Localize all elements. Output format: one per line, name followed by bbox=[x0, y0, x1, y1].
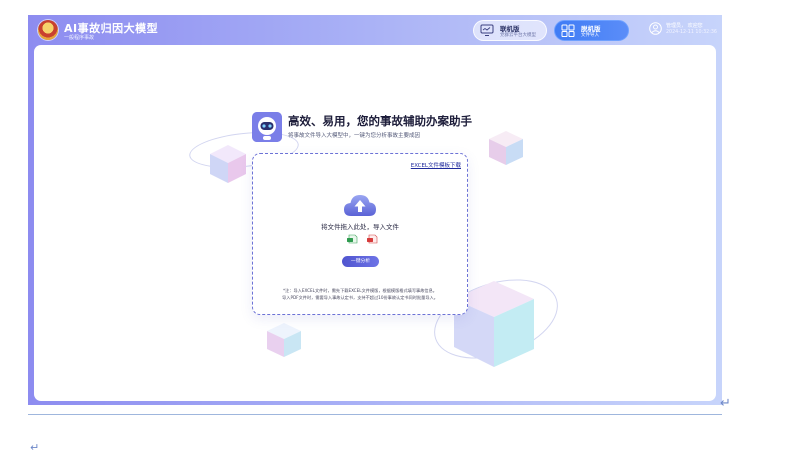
file-type-icons bbox=[347, 234, 378, 244]
cloud-upload-icon bbox=[344, 195, 376, 216]
online-mode-button[interactable]: 联机版 党群云平台大模型 bbox=[473, 20, 547, 41]
decor-cube-left bbox=[210, 145, 246, 183]
pdf-file-icon bbox=[367, 234, 378, 244]
main-panel: 高效、易用，您的事故辅助办案助手 将事故文件导入大模型中，一键为您分析事故主要成… bbox=[34, 45, 716, 401]
drop-instruction: 将文件拖入此处，导入文件 bbox=[321, 223, 399, 231]
user-greeting: 管理员， 欢迎您 bbox=[666, 23, 703, 29]
import-note-excel: *注：导入EXCEL文件时，需先下载EXCEL文件模版，根据模版格式填写事故信息… bbox=[283, 288, 437, 293]
app-header: AI事故归因大模型 一般程序事故 联机版 党群云平台大模型 脱机版 文件导入 管… bbox=[28, 15, 722, 45]
offline-mode-desc: 文件导入 bbox=[581, 33, 599, 38]
file-dropzone[interactable]: EXCEL文件模板下载 将文件拖入此处，导入文件 一键分析 *注：导入EXCEL… bbox=[252, 153, 468, 315]
monitor-icon bbox=[480, 24, 494, 36]
decor-cube-top-right bbox=[489, 131, 523, 165]
page-separator-line bbox=[28, 414, 722, 415]
grid-icon bbox=[561, 24, 575, 37]
current-datetime: 2024-12-11 10:32:36 bbox=[666, 30, 717, 35]
offline-mode-button[interactable]: 脱机版 文件导入 bbox=[554, 20, 629, 41]
robot-assistant-icon bbox=[252, 112, 282, 142]
decor-cube-bottom-left bbox=[267, 323, 301, 357]
excel-template-download-link[interactable]: EXCEL文件模板下载 bbox=[411, 161, 461, 169]
app-subtitle: 一般程序事故 bbox=[64, 35, 95, 41]
user-avatar-icon[interactable] bbox=[649, 22, 662, 35]
import-note-pdf: 导入PDF文件时，需要导入事故认定书，支持不超过10份事故认定书同时批量导入。 bbox=[282, 295, 438, 300]
paragraph-return-icon-2: ↵ bbox=[30, 441, 40, 450]
hero-title: 高效、易用，您的事故辅助办案助手 bbox=[288, 114, 472, 128]
one-click-analyze-button[interactable]: 一键分析 bbox=[342, 256, 379, 267]
app-window: AI事故归因大模型 一般程序事故 联机版 党群云平台大模型 脱机版 文件导入 管… bbox=[28, 15, 722, 405]
paragraph-return-icon: ↵ bbox=[720, 396, 731, 411]
excel-file-icon bbox=[347, 234, 358, 244]
online-mode-desc: 党群云平台大模型 bbox=[500, 33, 536, 38]
hero-subtitle: 将事故文件导入大模型中，一键为您分析事故主要成因 bbox=[288, 133, 421, 139]
police-badge-logo bbox=[38, 20, 58, 40]
